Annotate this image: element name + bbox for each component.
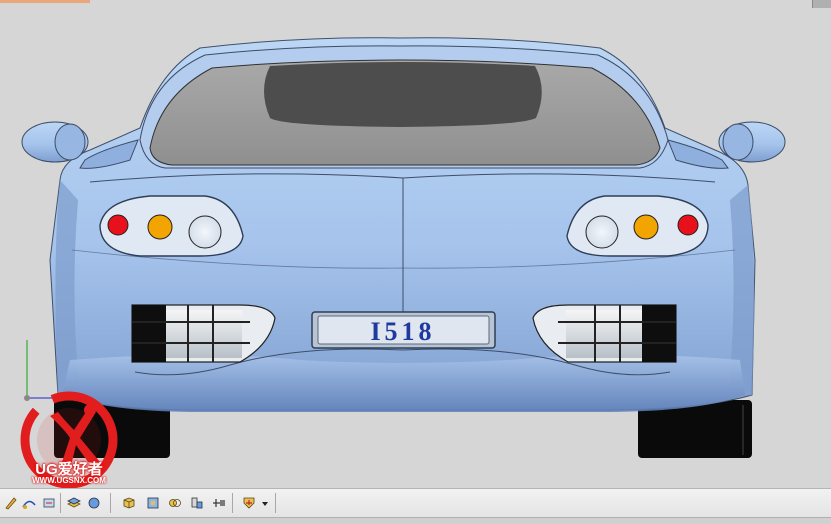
headlight-left — [99, 195, 244, 257]
headlight-right — [566, 195, 709, 257]
move-component-icon[interactable] — [210, 494, 228, 512]
air-intake-right — [532, 304, 677, 363]
air-intake-left — [131, 304, 276, 363]
dropdown-arrow-icon[interactable] — [259, 494, 271, 512]
license-plate-text: I518 — [370, 317, 435, 346]
toolbar-separator — [60, 493, 61, 513]
rear-window-dark — [264, 62, 542, 127]
toolbar-separator — [275, 493, 276, 513]
render-style-icon[interactable] — [85, 494, 103, 512]
toolbar-separator — [110, 493, 111, 513]
part-navigator-icon[interactable] — [144, 494, 162, 512]
snap-filter-icon[interactable] — [240, 494, 258, 512]
license-plate: I518 — [311, 311, 496, 349]
bottom-toolbar — [0, 488, 831, 524]
constraint-icon[interactable] — [188, 494, 206, 512]
sketch-icon[interactable] — [2, 494, 20, 512]
status-strip — [0, 517, 831, 524]
assembly-icon[interactable] — [166, 494, 184, 512]
toolbar-separator — [232, 493, 233, 513]
box-select-icon[interactable] — [120, 494, 138, 512]
edit-curve-icon[interactable] — [20, 494, 38, 512]
measure-icon[interactable] — [40, 494, 58, 512]
layer-icon[interactable] — [65, 494, 83, 512]
watermark-url-text: WWW.UGSNX.COM — [32, 476, 106, 485]
graphics-viewport[interactable]: I518 UG爱好者 WWW.UGSNX.COM — [0, 0, 831, 488]
